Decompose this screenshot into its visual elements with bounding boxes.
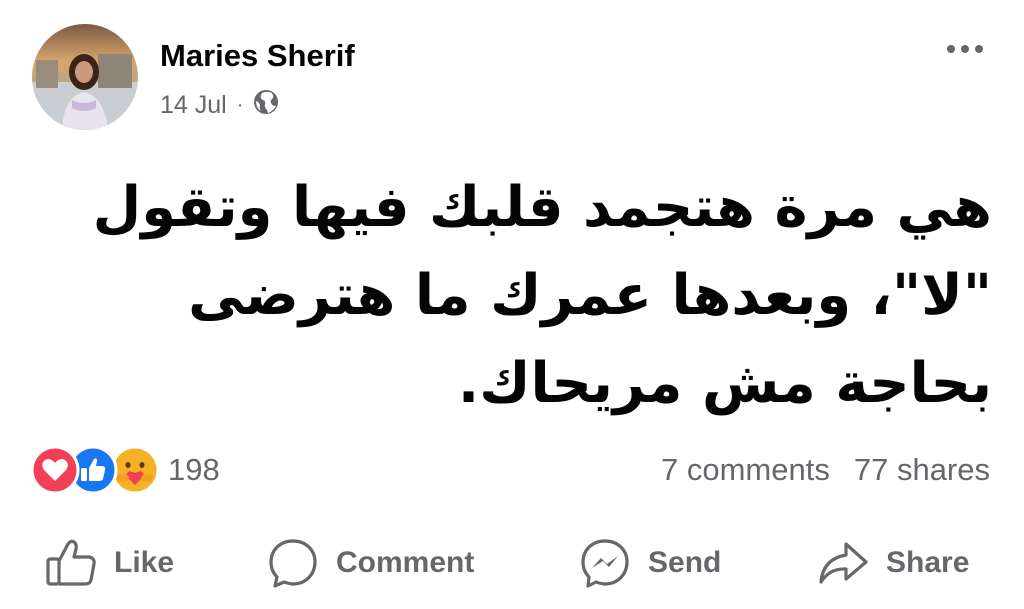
meta-separator: · — [236, 93, 244, 116]
post-meta: 14 Jul · — [160, 88, 279, 122]
globe-icon — [253, 89, 279, 122]
send-button[interactable]: Send — [578, 528, 721, 598]
thumbs-up-icon — [44, 536, 98, 590]
more-options-button[interactable] — [940, 30, 990, 70]
comment-label: Comment — [336, 546, 475, 579]
share-label: Share — [886, 546, 970, 579]
comment-bubble-icon — [266, 536, 320, 590]
reaction-count: 198 — [168, 452, 220, 487]
reactions-summary[interactable]: 198 — [30, 445, 220, 495]
like-label: Like — [114, 546, 175, 579]
love-icon — [30, 445, 80, 495]
more-options-icon — [945, 41, 985, 59]
author-avatar[interactable] — [32, 24, 138, 130]
comments-count[interactable]: 7 comments — [661, 452, 830, 488]
shares-count[interactable]: 77 shares — [854, 452, 990, 488]
comment-button[interactable]: Comment — [266, 528, 474, 598]
engagement-stats: 7 comments 77 shares — [661, 448, 990, 492]
post-text: هي مرة هتجمد قلبك فيها وتقول "لا"، وبعده… — [92, 175, 992, 416]
share-arrow-icon — [816, 536, 870, 590]
action-bar: Like Comment Send Share — [0, 528, 1024, 598]
send-label: Send — [648, 546, 722, 579]
messenger-icon — [578, 536, 632, 590]
post-date[interactable]: 14 Jul — [160, 91, 227, 120]
reaction-icons — [30, 445, 164, 495]
author-name[interactable]: Maries Sherif — [160, 38, 355, 74]
like-button[interactable]: Like — [44, 528, 174, 598]
share-button[interactable]: Share — [816, 528, 969, 598]
